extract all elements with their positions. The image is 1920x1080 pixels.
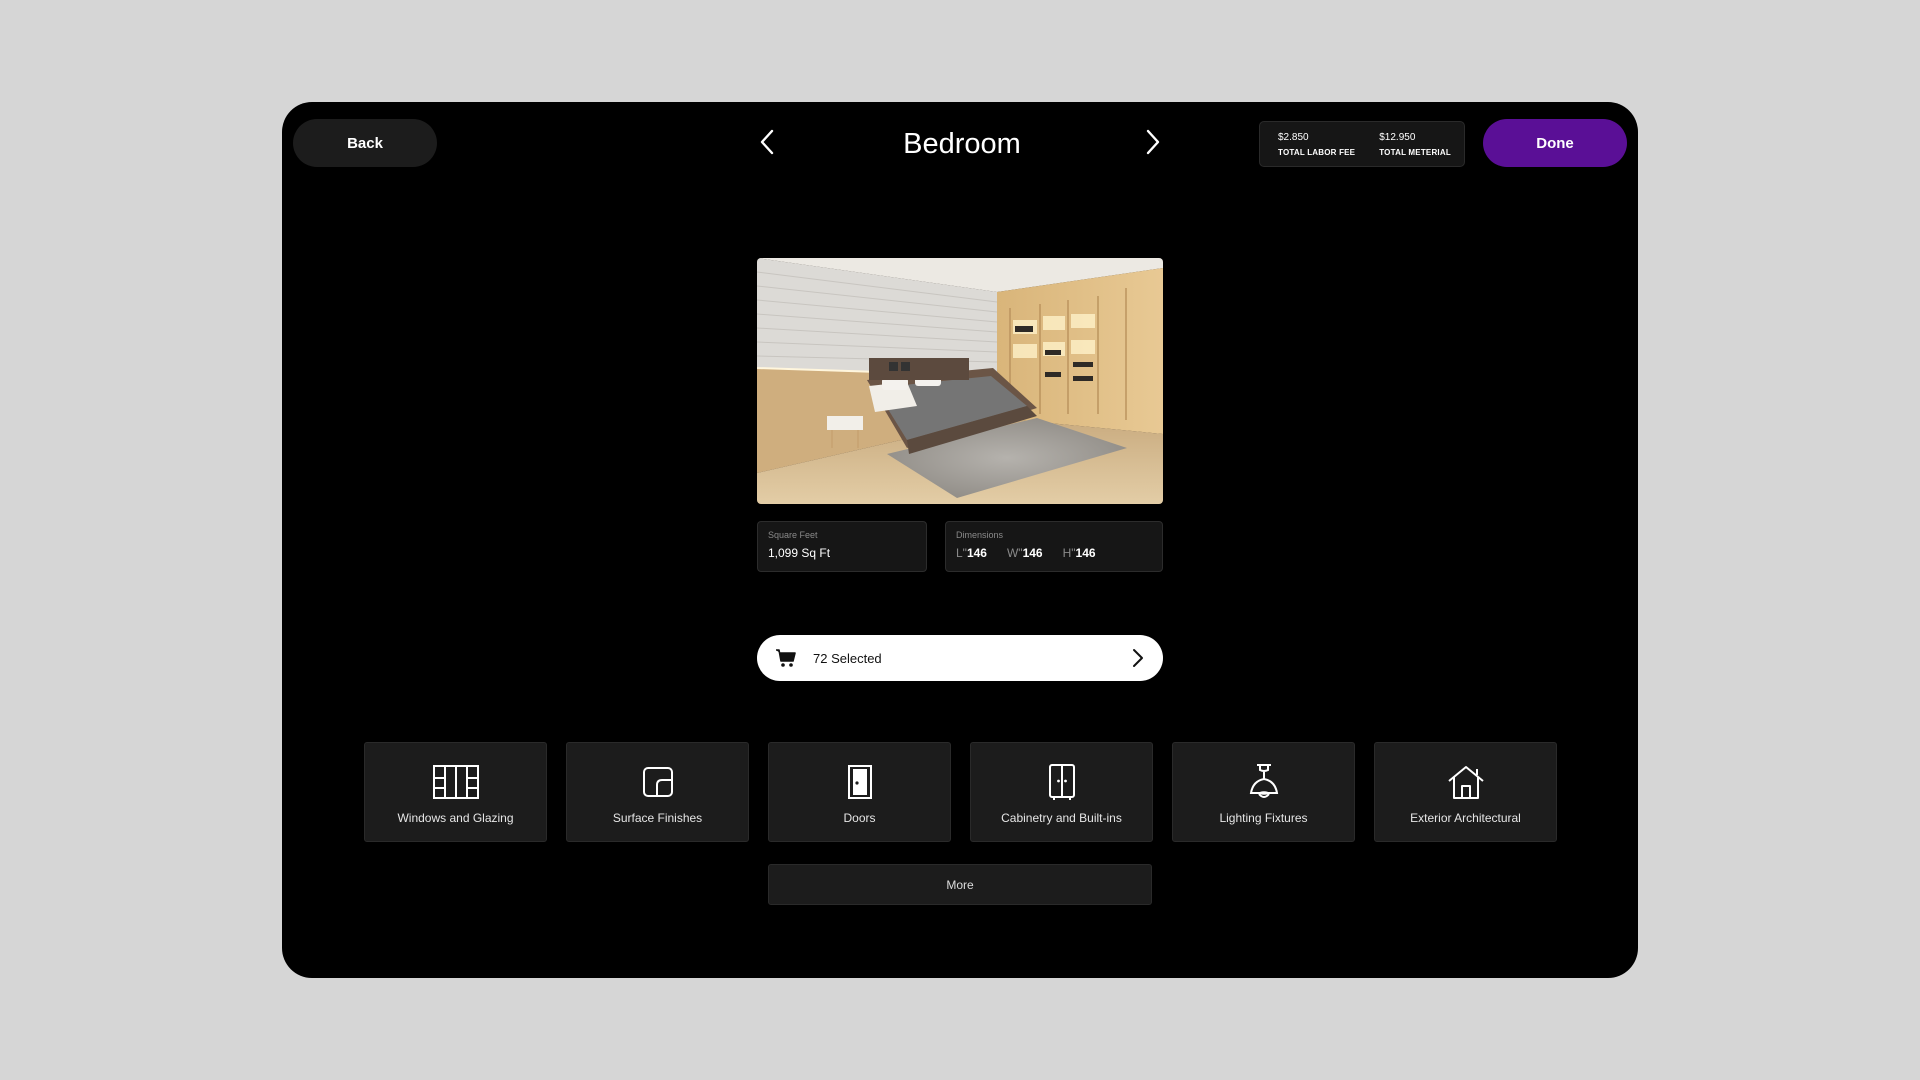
dimensions-card: Dimensions L"146 W"146 H"146 (945, 521, 1163, 572)
height-dimension: H"146 (1062, 546, 1096, 560)
bedroom-render-image (757, 258, 1163, 504)
cart-icon (775, 647, 799, 669)
category-grid: Windows and Glazing Surface Finishes Doo… (364, 742, 1557, 842)
category-windows-and-glazing[interactable]: Windows and Glazing (364, 742, 547, 842)
labor-fee-label: TOTAL LABOR FEE (1278, 148, 1356, 157)
square-feet-card: Square Feet 1,099 Sq Ft (757, 521, 927, 572)
back-button[interactable]: Back (293, 119, 437, 167)
category-label: Doors (843, 811, 876, 825)
cost-summary: $2.850 TOTAL LABOR FEE $12.950 TOTAL MET… (1259, 121, 1465, 167)
more-button[interactable]: More (768, 864, 1152, 905)
app-window: Back Bedroom $2.850 TOTAL LABOR FEE $12.… (282, 102, 1638, 978)
labor-fee-amount: $2.850 (1278, 132, 1309, 143)
material-label: TOTAL METERIAL (1379, 148, 1451, 157)
material-amount: $12.950 (1379, 132, 1416, 143)
category-doors[interactable]: Doors (768, 742, 951, 842)
category-lighting-fixtures[interactable]: Lighting Fixtures (1172, 742, 1355, 842)
surface-icon (567, 763, 748, 801)
category-label: Windows and Glazing (397, 811, 514, 825)
done-button[interactable]: Done (1483, 119, 1627, 167)
width-dimension: W"146 (1006, 546, 1043, 560)
lamp-icon (1173, 763, 1354, 801)
category-label: Surface Finishes (612, 811, 703, 825)
house-icon (1375, 763, 1556, 801)
square-feet-label: Square Feet (768, 530, 818, 540)
selected-count: 72 Selected (813, 650, 882, 666)
category-surface-finishes[interactable]: Surface Finishes (566, 742, 749, 842)
square-feet-value: 1,099 Sq Ft (768, 546, 831, 560)
chevron-left-icon (760, 129, 774, 155)
cabinet-icon (971, 763, 1152, 801)
window-icon (365, 763, 546, 801)
category-exterior-architectural[interactable]: Exterior Architectural (1374, 742, 1557, 842)
chevron-right-icon (1131, 648, 1145, 668)
chevron-right-icon (1146, 129, 1160, 155)
room-photo (757, 258, 1163, 504)
length-dimension: L"146 (956, 546, 987, 560)
dimensions-label: Dimensions (956, 530, 1004, 540)
category-label: Cabinetry and Built-ins (1001, 811, 1122, 825)
category-cabinetry-and-built-ins[interactable]: Cabinetry and Built-ins (970, 742, 1153, 842)
next-room-button[interactable] (1138, 122, 1168, 162)
material-total: $12.950 TOTAL METERIAL (1379, 132, 1451, 166)
door-icon (769, 763, 950, 801)
page-title: Bedroom (903, 128, 1021, 160)
previous-room-button[interactable] (752, 122, 782, 162)
selected-items-button[interactable]: 72 Selected (757, 635, 1163, 681)
labor-fee-total: $2.850 TOTAL LABOR FEE (1278, 132, 1355, 166)
category-label: Exterior Architectural (1410, 811, 1521, 825)
category-label: Lighting Fixtures (1219, 811, 1308, 825)
